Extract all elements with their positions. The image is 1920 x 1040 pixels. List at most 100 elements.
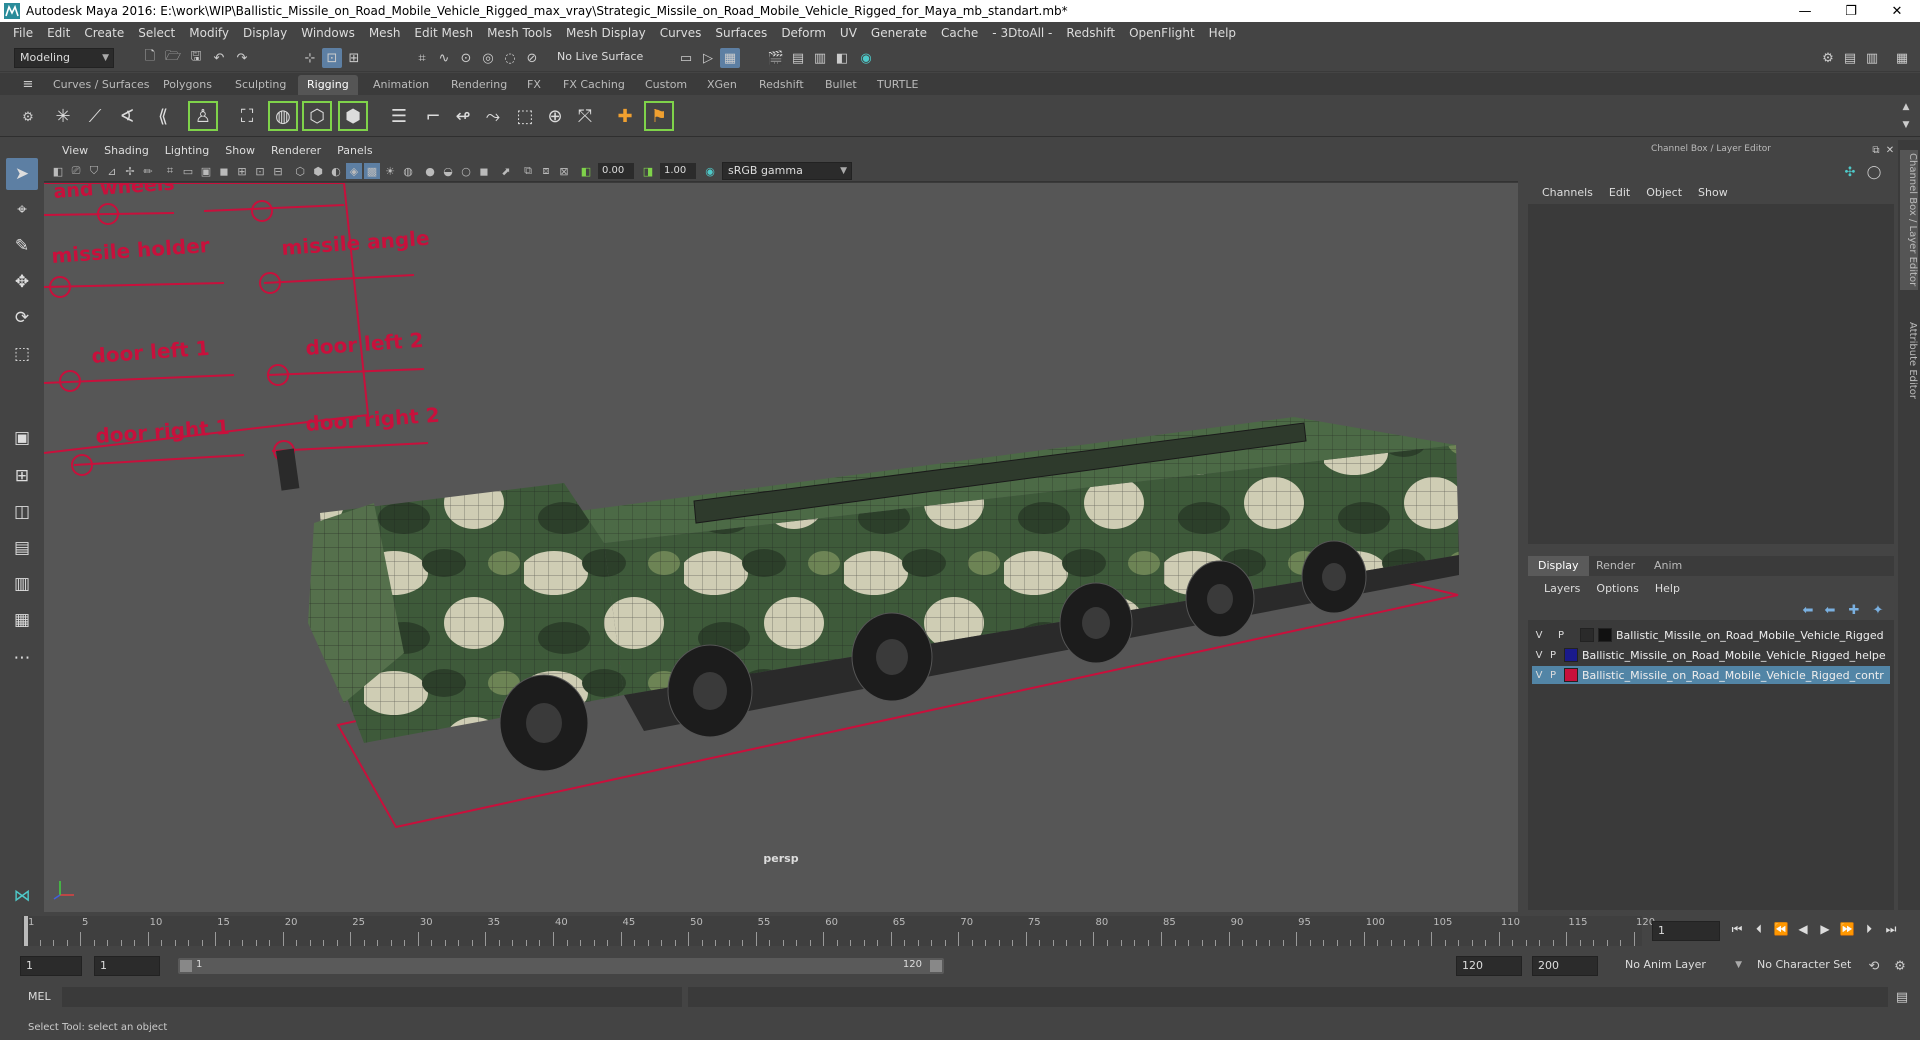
menu-modify[interactable]: Modify	[182, 26, 236, 40]
current-frame-field[interactable]: 1	[1652, 921, 1720, 941]
script-editor-icon[interactable]: ▤	[1892, 987, 1912, 1007]
grid-icon[interactable]: ⌗	[162, 163, 178, 179]
bookmark-icon[interactable]: ⛉	[86, 163, 102, 179]
open-scene-icon[interactable]: 🗁	[163, 48, 183, 68]
shelf-tab-polygons[interactable]: Polygons	[154, 75, 221, 95]
shelf-tab-rendering[interactable]: Rendering	[442, 75, 517, 95]
rig-control-board[interactable]: and wheels missile holder missile angle …	[44, 183, 440, 476]
range-bar[interactable]: 1 120	[178, 958, 944, 974]
joint-tool-icon[interactable]: ✳	[48, 101, 78, 131]
aim-constraint-icon[interactable]: ⤧	[570, 101, 600, 131]
menu-3dtoall[interactable]: - 3DtoAll -	[985, 26, 1059, 40]
paint-select-icon[interactable]: ✎	[6, 230, 38, 262]
scale-tool-icon[interactable]: ⬚	[6, 338, 38, 370]
wireframe-icon[interactable]: ⬡	[292, 163, 308, 179]
maximize-button[interactable]: ❐	[1828, 4, 1874, 19]
xray-components-icon[interactable]: ⊠	[556, 163, 572, 179]
select-hierarchy-icon[interactable]: ⊹	[300, 48, 320, 68]
cb-menu-channels[interactable]: Channels	[1534, 186, 1601, 199]
redo-icon[interactable]: ↷	[232, 48, 252, 68]
shelf-tab-fx-caching[interactable]: FX Caching	[554, 75, 634, 95]
output-ops-icon[interactable]: ▷	[698, 48, 718, 68]
le-menu-layers[interactable]: Layers	[1536, 582, 1588, 595]
image-plane-icon[interactable]: ⊿	[104, 163, 120, 179]
vp-menu-show[interactable]: Show	[217, 144, 263, 157]
play-backwards-icon[interactable]: ◀	[1794, 920, 1812, 938]
gamma-icon[interactable]: ◨	[640, 163, 656, 179]
layer-visibility-toggle[interactable]: V	[1532, 670, 1546, 681]
cluster-icon[interactable]: ☰	[384, 101, 414, 131]
ipr-render-icon[interactable]: ▤	[788, 48, 808, 68]
menu-windows[interactable]: Windows	[294, 26, 362, 40]
move-layer-up-icon[interactable]: ⬅	[1798, 600, 1818, 620]
menu-edit[interactable]: Edit	[40, 26, 77, 40]
move-layer-down-icon[interactable]: ⬅	[1820, 600, 1840, 620]
paint-weights-icon[interactable]: ⬢	[338, 101, 368, 131]
point-constraint-icon[interactable]: ✚	[610, 101, 640, 131]
isolate-select-icon[interactable]: ⬈	[498, 163, 514, 179]
menu-mesh[interactable]: Mesh	[362, 26, 408, 40]
menu-uv[interactable]: UV	[833, 26, 864, 40]
cb-options-icon[interactable]: ◯	[1864, 162, 1884, 182]
menu-redshift[interactable]: Redshift	[1059, 26, 1122, 40]
anti-aliasing-icon[interactable]: ○	[458, 163, 474, 179]
menu-curves[interactable]: Curves	[653, 26, 709, 40]
select-object-icon[interactable]: ⊡	[322, 48, 342, 68]
menu-display[interactable]: Display	[236, 26, 294, 40]
interactive-bind-icon[interactable]: ⬡	[302, 101, 332, 131]
nonlinear-icon[interactable]: ⬚	[510, 101, 540, 131]
motion-blur-icon[interactable]: ◒	[440, 163, 456, 179]
wireframe-on-shaded-icon[interactable]: ◈	[346, 163, 362, 179]
menu-help[interactable]: Help	[1202, 26, 1243, 40]
layer-row[interactable]: V P Ballistic_Missile_on_Road_Mobile_Veh…	[1532, 666, 1890, 684]
shelf-scroll-up-icon[interactable]: ▲	[1896, 97, 1916, 117]
shelf-menu-icon[interactable]: ≡	[18, 74, 38, 94]
snap-grid-icon[interactable]: ⌗	[412, 48, 432, 68]
layer-color-swatch[interactable]	[1564, 648, 1578, 662]
cb-menu-object[interactable]: Object	[1638, 186, 1690, 199]
smooth-bind-icon[interactable]: ◍	[268, 101, 298, 131]
vp-menu-shading[interactable]: Shading	[96, 144, 157, 157]
exposure-icon[interactable]: ◧	[578, 163, 594, 179]
camera-attrs-icon[interactable]: ⎚	[68, 163, 84, 179]
vp-menu-panels[interactable]: Panels	[329, 144, 380, 157]
parent-constraint-icon[interactable]: ⊕	[540, 101, 570, 131]
layer-color-swatch[interactable]	[1598, 628, 1612, 642]
shelf-tab-redshift[interactable]: Redshift	[750, 75, 813, 95]
ambient-occlusion-icon[interactable]: ●	[422, 163, 438, 179]
single-view-icon[interactable]: ▣	[6, 422, 38, 454]
save-scene-icon[interactable]: 🖫	[186, 48, 206, 68]
animation-start-field[interactable]: 1	[20, 956, 82, 976]
layer-visibility-toggle[interactable]: V	[1532, 630, 1546, 641]
go-to-start-icon[interactable]: ⏮	[1728, 920, 1746, 938]
new-layer-icon[interactable]: ✚	[1844, 600, 1864, 620]
le-menu-help[interactable]: Help	[1647, 582, 1688, 595]
menu-surfaces[interactable]: Surfaces	[708, 26, 774, 40]
shadows-icon[interactable]: ◍	[400, 163, 416, 179]
move-tool-icon[interactable]: ✥	[6, 266, 38, 298]
two-d-pan-icon[interactable]: ✢	[122, 163, 138, 179]
persp-graph-icon[interactable]: ▥	[6, 568, 38, 600]
script-language-label[interactable]: MEL	[28, 990, 51, 1003]
vp-menu-renderer[interactable]: Renderer	[263, 144, 329, 157]
layer-tab-anim[interactable]: Anim	[1644, 556, 1692, 576]
color-management-icon[interactable]: ◉	[702, 163, 718, 179]
layer-visibility-toggle[interactable]: V	[1532, 650, 1546, 661]
render-settings-icon[interactable]: ▥	[810, 48, 830, 68]
more-layouts-icon[interactable]: ⋯	[6, 642, 38, 674]
xray-joints-icon[interactable]: ⧈	[538, 163, 554, 179]
cb-menu-show[interactable]: Show	[1690, 186, 1736, 199]
grease-pencil-icon[interactable]: ✏	[140, 163, 156, 179]
shelf-options-icon[interactable]: ⚙	[18, 107, 38, 127]
shelf-scroll-down-icon[interactable]: ▼	[1896, 115, 1916, 135]
rotate-tool-icon[interactable]: ⟳	[6, 302, 38, 334]
layer-row[interactable]: V P Ballistic_Missile_on_Road_Mobile_Veh…	[1532, 646, 1890, 664]
menu-deform[interactable]: Deform	[774, 26, 833, 40]
lasso-tool-icon[interactable]: ⌖	[6, 194, 38, 226]
shelf-tab-curves-surfaces[interactable]: Curves / Surfaces	[44, 75, 159, 95]
auto-key-icon[interactable]: ⟲	[1864, 956, 1884, 976]
smooth-shade-icon[interactable]: ⬢	[310, 163, 326, 179]
layer-color-swatch[interactable]	[1564, 668, 1578, 682]
select-component-icon[interactable]: ⊞	[344, 48, 364, 68]
vp-menu-view[interactable]: View	[54, 144, 96, 157]
